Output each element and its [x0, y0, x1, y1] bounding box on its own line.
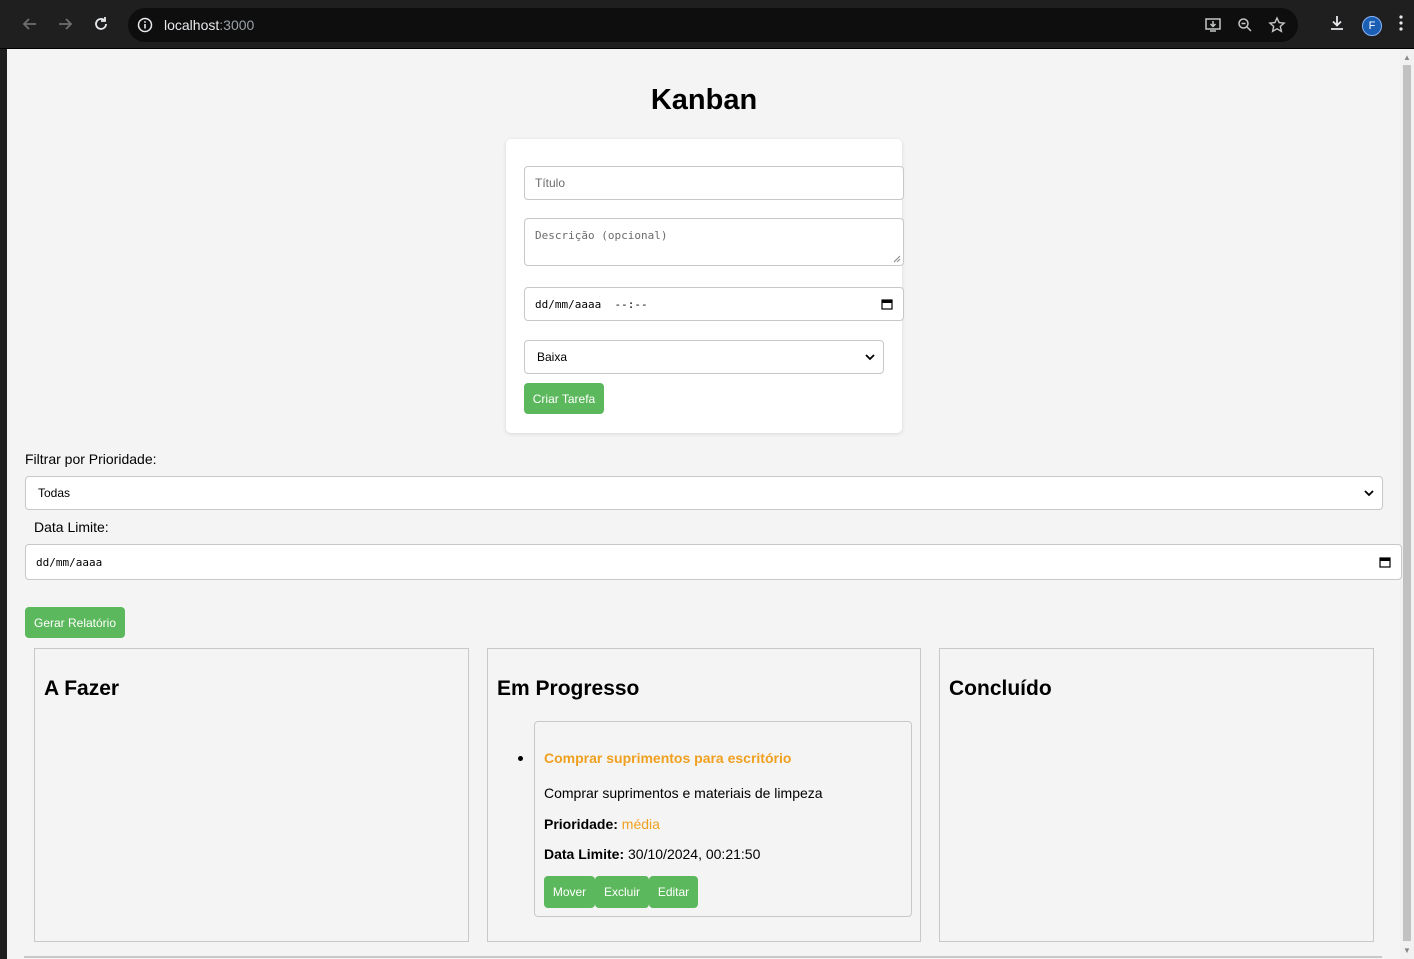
task-deadline: Data Limite: 30/10/2024, 00:21:50 [544, 846, 760, 862]
calendar-icon[interactable] [881, 298, 893, 310]
list-bullet [518, 756, 523, 761]
generate-report-button[interactable]: Gerar Relatório [25, 607, 125, 638]
column-done: Concluído [939, 648, 1374, 942]
forward-icon[interactable] [53, 12, 77, 36]
chevron-down-icon [865, 354, 875, 361]
title-input[interactable]: Título [524, 166, 904, 200]
task-deadline-value: 30/10/2024, 00:21:50 [628, 846, 761, 862]
calendar-icon[interactable] [1379, 556, 1391, 568]
task-priority: Prioridade: média [544, 816, 660, 832]
scroll-thumb[interactable] [1403, 65, 1411, 941]
back-icon[interactable] [18, 12, 42, 36]
column-title: Concluído [949, 677, 1052, 700]
divider [24, 956, 1382, 958]
download-icon[interactable] [1328, 14, 1346, 37]
chevron-down-icon [1364, 490, 1374, 497]
zoom-icon[interactable] [1236, 16, 1254, 34]
priority-filter-label: Filtrar por Prioridade: [25, 451, 157, 467]
priority-select[interactable]: Baixa [524, 340, 884, 374]
address-bar[interactable]: localhost:3000 [128, 8, 1298, 42]
column-title: A Fazer [44, 677, 120, 700]
window-edge [0, 49, 7, 959]
site-info-icon[interactable] [136, 16, 154, 34]
page-scrollbar[interactable]: ▲ ▼ [1400, 49, 1414, 959]
task-deadline-label: Data Limite: [544, 846, 625, 862]
task-title: Comprar suprimentos para escritório [544, 750, 792, 766]
more-menu-icon[interactable] [1398, 14, 1404, 37]
edit-task-button[interactable]: Editar [649, 876, 698, 908]
description-textarea[interactable]: Descrição (opcional) [524, 218, 904, 266]
task-priority-value: média [621, 816, 660, 832]
scroll-down-icon[interactable]: ▼ [1403, 946, 1411, 955]
title-placeholder: Título [535, 176, 566, 190]
priority-filter-value: Todas [38, 486, 71, 500]
page-title: Kanban [650, 84, 758, 116]
create-task-form: Título Descrição (opcional) dd/mm/aaaa -… [506, 139, 904, 433]
date-filter-value: dd/mm/aaaa [36, 555, 103, 569]
task-description: Comprar suprimentos e materiais de limpe… [544, 785, 823, 801]
datetime-value: dd/mm/aaaa --:-- [535, 297, 648, 311]
date-filter-input[interactable]: dd/mm/aaaa [25, 544, 1402, 580]
reload-icon[interactable] [89, 12, 113, 36]
column-title: Em Progresso [497, 677, 640, 700]
description-placeholder: Descrição (opcional) [535, 229, 668, 242]
resize-handle-icon[interactable] [893, 255, 901, 263]
create-task-button[interactable]: Criar Tarefa [524, 383, 604, 414]
task-priority-label: Prioridade: [544, 816, 618, 832]
delete-task-button[interactable]: Excluir [595, 876, 649, 908]
bookmark-star-icon[interactable] [1268, 16, 1286, 34]
url-text: localhost:3000 [164, 17, 255, 33]
profile-avatar[interactable]: F [1362, 15, 1382, 36]
deadline-datetime-input[interactable]: dd/mm/aaaa --:-- [524, 287, 904, 321]
column-in-progress: Em Progresso Comprar suprimentos para es… [487, 648, 921, 942]
task-card: Comprar suprimentos para escritório Comp… [534, 721, 912, 917]
priority-select-value: Baixa [537, 350, 568, 364]
browser-toolbar: localhost:3000 F [0, 0, 1414, 49]
priority-filter-select[interactable]: Todas [25, 476, 1383, 510]
column-todo: A Fazer [34, 648, 469, 942]
date-filter-label: Data Limite: [34, 519, 109, 535]
install-app-icon[interactable] [1204, 16, 1222, 34]
move-task-button[interactable]: Mover [544, 876, 595, 908]
scroll-up-icon[interactable]: ▲ [1403, 53, 1411, 62]
